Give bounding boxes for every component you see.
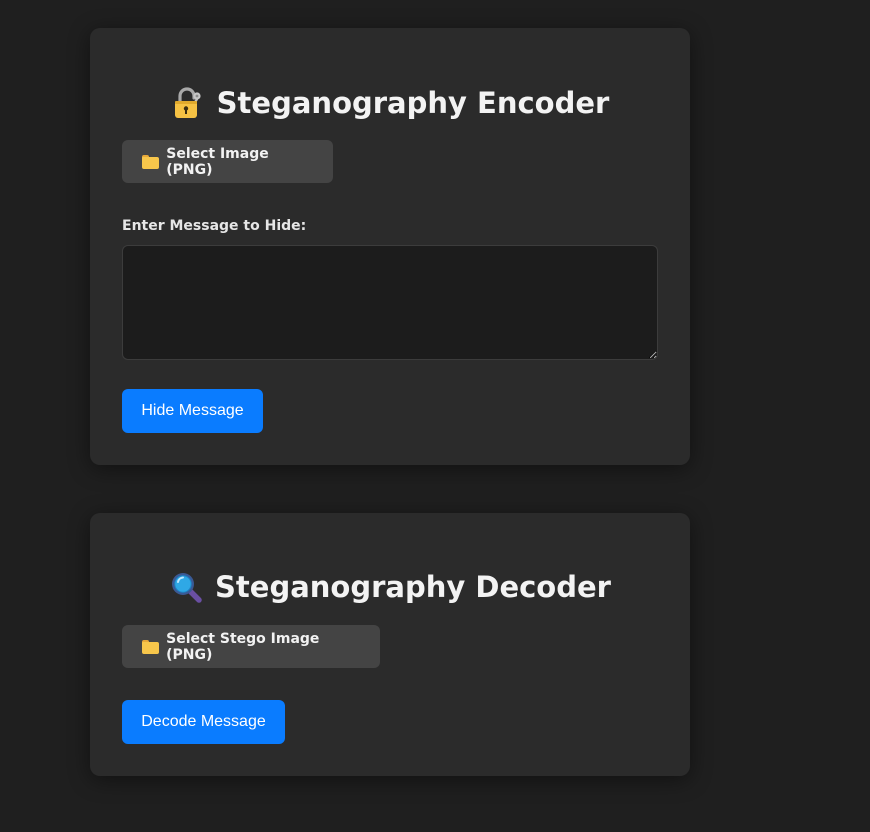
hide-message-button[interactable]: Hide Message	[122, 389, 263, 433]
select-image-button[interactable]: Select Image (PNG)	[122, 140, 333, 183]
decoder-card: Steganography Decoder Select Stego Image…	[90, 513, 690, 776]
encoder-title: Steganography Encoder	[90, 86, 690, 120]
message-textarea[interactable]	[122, 245, 658, 360]
decoder-title-text: Steganography Decoder	[215, 570, 611, 604]
encoder-card: Steganography Encoder Select Image (PNG)…	[90, 28, 690, 465]
select-image-label: Select Image (PNG)	[166, 145, 269, 178]
decoder-title: Steganography Decoder	[90, 570, 690, 604]
folder-icon	[142, 154, 159, 169]
folder-icon	[142, 639, 159, 654]
select-stego-image-button[interactable]: Select Stego Image (PNG)	[122, 625, 380, 668]
select-stego-image-label: Select Stego Image (PNG)	[166, 630, 320, 663]
message-label: Enter Message to Hide:	[122, 218, 307, 234]
magnifying-glass-icon	[169, 570, 203, 604]
decode-message-button[interactable]: Decode Message	[122, 700, 285, 744]
lock-with-key-icon	[171, 86, 205, 120]
encoder-title-text: Steganography Encoder	[216, 86, 610, 120]
